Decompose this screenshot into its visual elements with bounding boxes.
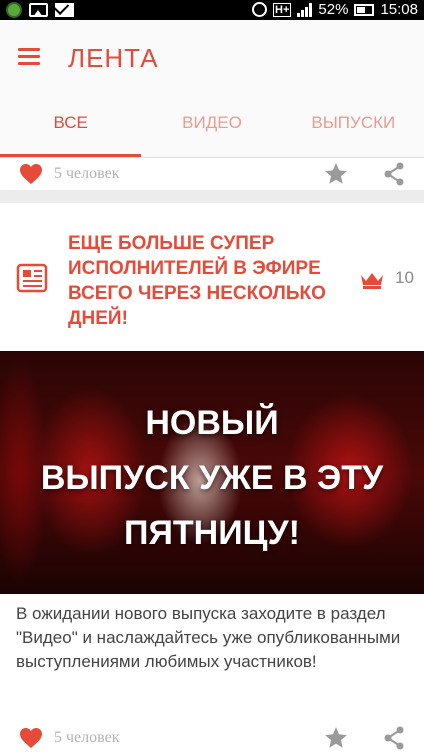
feature-headline-line: ВЫПУСК УЖЕ В ЭТУ <box>40 459 384 497</box>
system-indicators: H+ 52% 15:08 <box>252 1 418 18</box>
feature-headline: НОВЫЙ ВЫПУСК УЖЕ В ЭТУ ПЯТНИЦУ! <box>0 396 424 561</box>
card-actions-top: 5 человек <box>0 158 424 190</box>
tab-video[interactable]: ВИДЕО <box>141 100 282 157</box>
alarm-icon <box>252 2 268 17</box>
heart-icon[interactable] <box>19 727 43 749</box>
card-actions-bottom: 5 человек <box>0 722 424 754</box>
feature-headline-line: ПЯТНИЦУ! <box>124 514 300 552</box>
heart-icon[interactable] <box>19 163 43 185</box>
status-bar: H+ 52% 15:08 <box>0 0 424 20</box>
battery-percent: 52% <box>318 1 349 18</box>
rating-count: 10 <box>395 268 414 287</box>
likes-count: 5 человек <box>54 729 120 746</box>
image-notification-icon <box>29 3 48 17</box>
network-type: H+ <box>273 2 292 17</box>
battery-icon <box>354 3 375 16</box>
share-icon[interactable] <box>383 726 405 750</box>
star-icon[interactable] <box>323 161 349 187</box>
crown-icon <box>361 273 383 289</box>
news-title: ЕЩЕ БОЛЬШЕ СУПЕР ИСПОЛНИТЕЛЕЙ В ЭФИРЕ ВС… <box>68 233 326 329</box>
tab-bar: ВСЕ ВИДЕО ВЫПУСКИ <box>0 100 424 158</box>
tab-all[interactable]: ВСЕ <box>0 100 142 157</box>
tab-episodes[interactable]: ВЫПУСКИ <box>283 100 424 157</box>
share-icon[interactable] <box>383 162 405 186</box>
feature-image[interactable]: НОВЫЙ ВЫПУСК УЖЕ В ЭТУ ПЯТНИЦУ! <box>0 351 424 594</box>
newspaper-icon <box>16 263 48 293</box>
feature-card[interactable]: НОВЫЙ ВЫПУСК УЖЕ В ЭТУ ПЯТНИЦУ! В ожидан… <box>0 351 424 754</box>
news-item[interactable]: ЕЩЕ БОЛЬШЕ СУПЕР ИСПОЛНИТЕЛЕЙ В ЭФИРЕ ВС… <box>0 203 424 351</box>
signal-icon <box>297 2 313 17</box>
notification-icons <box>6 2 74 18</box>
mail-notification-icon <box>55 3 74 17</box>
likes-count: 5 человек <box>54 165 120 182</box>
hamburger-icon[interactable] <box>18 48 40 65</box>
feature-description: В ожидании нового выпуска заходите в раз… <box>16 604 401 671</box>
star-icon[interactable] <box>323 725 349 751</box>
page-title: ЛЕНТА <box>68 43 159 73</box>
feature-headline-line: НОВЫЙ <box>145 404 279 442</box>
app-notification-icon <box>6 2 22 18</box>
clock: 15:08 <box>380 1 418 18</box>
app-bar: ЛЕНТА <box>0 20 424 100</box>
